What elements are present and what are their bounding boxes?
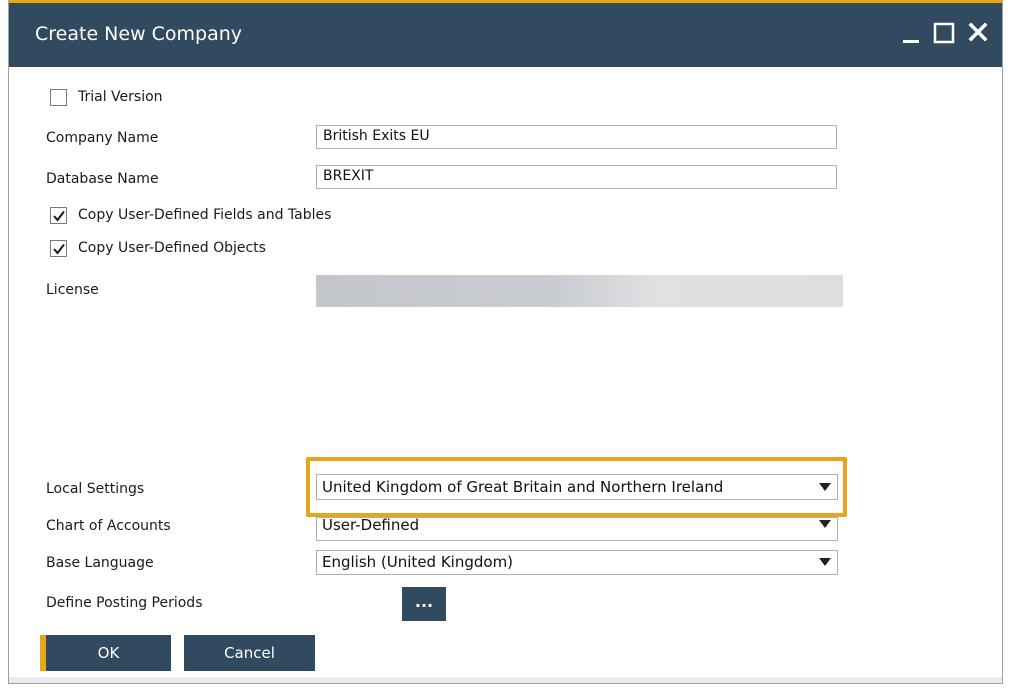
create-company-dialog: Create New Company Trial Version Company… [8,0,1003,684]
local-settings-select[interactable]: United Kingdom of Great Britain and Nort… [316,474,838,500]
chart-of-accounts-label: Chart of Accounts [46,518,171,534]
local-settings-value: United Kingdom of Great Britain and Nort… [322,478,724,496]
cancel-button[interactable]: Cancel [184,635,315,671]
local-settings-label: Local Settings [46,481,145,497]
form-content: Trial Version Company Name British Exits… [9,67,1002,683]
checkmark-icon [53,210,65,222]
ok-button[interactable]: OK [40,635,171,671]
base-language-label: Base Language [46,555,154,571]
copy-udf-checkbox[interactable] [50,207,67,224]
bottom-divider [9,677,1002,683]
license-field [316,275,843,307]
database-name-label: Database Name [46,171,159,187]
company-name-label: Company Name [46,130,159,146]
dropdown-arrow-icon[interactable] [819,520,831,528]
copy-udo-label: Copy User-Defined Objects [78,240,266,256]
database-name-field[interactable]: BREXIT [316,165,837,189]
base-language-select[interactable]: English (United Kingdom) [316,550,838,575]
base-language-value: English (United Kingdom) [322,553,514,571]
trial-version-checkbox[interactable] [50,89,67,106]
dropdown-arrow-icon[interactable] [819,483,831,491]
copy-udf-label: Copy User-Defined Fields and Tables [78,207,332,223]
close-icon[interactable] [965,19,993,49]
license-label: License [46,282,99,298]
chart-of-accounts-select[interactable]: User-Defined [316,517,838,541]
chart-of-accounts-value: User-Defined [322,517,420,534]
title-bar[interactable]: Create New Company [9,3,1002,67]
trial-version-label: Trial Version [78,89,163,105]
checkmark-icon [53,243,65,255]
minimize-icon[interactable] [899,19,927,49]
dropdown-arrow-icon[interactable] [819,558,831,566]
posting-periods-label: Define Posting Periods [46,595,203,611]
define-posting-periods-button[interactable]: ... [402,587,446,621]
company-name-field[interactable]: British Exits EU [316,125,837,149]
maximize-icon[interactable] [931,19,959,49]
copy-udo-checkbox[interactable] [50,240,67,257]
window-title: Create New Company [35,23,243,45]
